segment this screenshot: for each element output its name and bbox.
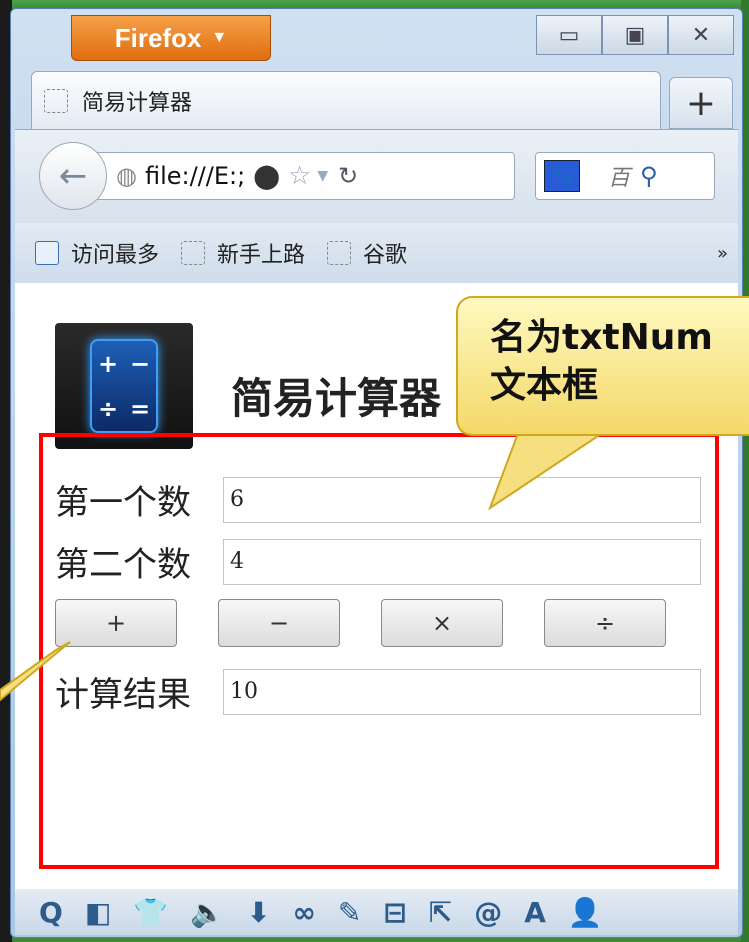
maximize-button[interactable]: ▣ [602, 15, 668, 55]
shirt-icon[interactable]: 👕 [133, 896, 168, 929]
subtract-button[interactable]: − [218, 599, 340, 647]
first-number-label: 第一个数 [55, 483, 191, 523]
callout-line-1: 名为txtNum [490, 317, 713, 358]
browser-window: Firefox ▼ ▭ ▣ ✕ 简易计算器 + ◍ file:///E:; ⬤ … [10, 8, 743, 938]
speaker-icon[interactable]: 🔈 [190, 896, 225, 929]
page-favicon-icon [44, 88, 68, 113]
first-number-input[interactable] [223, 476, 701, 523]
bookmark-favicon-icon [327, 241, 352, 265]
navigation-toolbar: ◍ file:///E:; ⬤ ☆ ▼ ↻ ← 🐾 百 ⚲ [15, 129, 738, 224]
firefox-menu-button[interactable]: Firefox ▼ [71, 15, 271, 61]
bookmark-label: 谷歌 [363, 243, 408, 268]
minimize-button[interactable]: ▭ [536, 15, 602, 55]
bookmark-getting-started[interactable]: 新手上路 [181, 237, 305, 269]
history-dropdown-icon[interactable]: ▼ [317, 168, 328, 184]
firefox-menu-label: Firefox [114, 22, 202, 53]
result-input[interactable] [223, 668, 701, 715]
user-icon[interactable]: 👤 [568, 896, 603, 929]
result-label: 计算结果 [55, 675, 191, 715]
operator-buttons: + − × ÷ [55, 599, 707, 647]
logo-glyph: ÷ [97, 394, 119, 423]
second-number-input[interactable] [223, 538, 701, 585]
most-visited-icon [35, 241, 59, 265]
mask-icon[interactable]: ∞ [293, 896, 316, 929]
second-number-label: 第二个数 [55, 545, 191, 585]
back-button[interactable]: ← [39, 142, 107, 210]
pen-icon[interactable]: ✎ [338, 896, 361, 929]
download-icon[interactable]: ⬇ [247, 896, 270, 929]
bookmarks-toolbar: 访问最多 新手上路 谷歌 » [15, 223, 738, 283]
bookmark-label: 新手上路 [217, 243, 306, 268]
bookmark-google[interactable]: 谷歌 [327, 237, 407, 269]
save-icon[interactable]: ⊟ [383, 896, 406, 929]
bookmark-star-icon[interactable]: ☆ [288, 161, 311, 191]
tab-calculator[interactable]: 简易计算器 [31, 71, 661, 129]
logo-glyph: + [97, 349, 119, 378]
first-number-row: 第一个数 [55, 475, 701, 524]
search-icon[interactable]: Q [39, 896, 63, 929]
window-icon[interactable]: ◧ [85, 896, 111, 929]
tab-title: 简易计算器 [82, 90, 193, 116]
close-button[interactable]: ✕ [668, 15, 734, 55]
bookmark-most-visited[interactable]: 访问最多 [35, 237, 159, 269]
search-bar[interactable]: 🐾 百 ⚲ [535, 152, 715, 200]
second-number-row: 第二个数 [55, 537, 701, 586]
bookmark-favicon-icon [181, 241, 206, 265]
annotation-callout: 名为txtNum 文本框 [456, 296, 749, 436]
logo-glyph: = [129, 394, 151, 423]
back-arrow-icon: ← [58, 156, 88, 196]
page-title: 简易计算器 [231, 374, 442, 423]
globe-icon: ◍ [116, 162, 137, 190]
add-button[interactable]: + [55, 599, 177, 647]
reload-icon[interactable]: ↻ [338, 162, 358, 190]
callout-line-2: 文本框 [490, 365, 599, 406]
chevron-down-icon: ▼ [211, 29, 228, 46]
addon-toolbar: Q ◧ 👕 🔈 ⬇ ∞ ✎ ⊟ ⇱ @ A 👤 [15, 889, 738, 935]
bookmark-label: 访问最多 [71, 243, 160, 268]
result-row: 计算结果 [55, 667, 701, 716]
search-placeholder: 百 [608, 166, 631, 191]
multiply-button[interactable]: × [381, 599, 503, 647]
addon-icon: ⬤ [253, 162, 281, 190]
search-engine-icon[interactable]: 🐾 [544, 160, 580, 192]
window-controls: ▭ ▣ ✕ [536, 15, 734, 55]
font-icon[interactable]: A [524, 896, 546, 929]
address-bar[interactable]: ◍ file:///E:; ⬤ ☆ ▼ ↻ [95, 152, 515, 200]
logo-glyph: − [129, 349, 151, 378]
divide-button[interactable]: ÷ [544, 599, 666, 647]
bookmarks-overflow-button[interactable]: » [717, 243, 728, 264]
url-text: file:///E:; [144, 162, 246, 190]
search-icon[interactable]: ⚲ [640, 162, 658, 190]
calculator-logo-icon: + − ÷ = [55, 323, 193, 449]
new-tab-button[interactable]: + [669, 77, 733, 129]
share-icon[interactable]: ⇱ [429, 896, 452, 929]
email-icon[interactable]: @ [474, 896, 502, 929]
